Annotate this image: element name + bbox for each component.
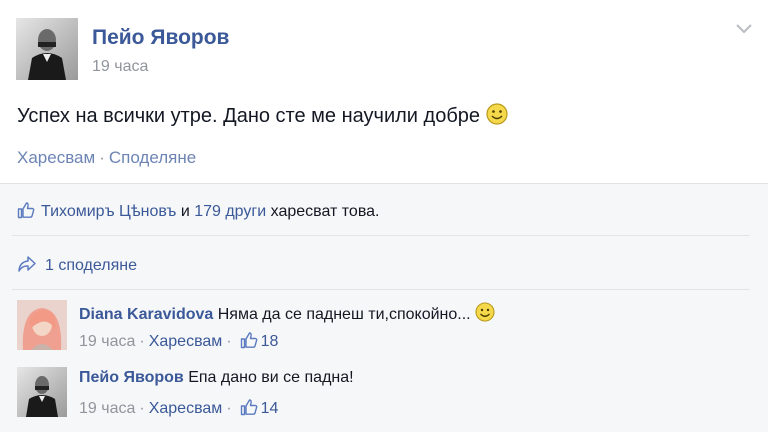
meta-separator: ·	[139, 333, 145, 350]
comment-item: Пейо Яворов Епа дано ви се падна! 19 час…	[17, 367, 757, 423]
comment-timestamp[interactable]: 19 часа	[79, 400, 135, 417]
comment-like-count[interactable]: 18	[261, 333, 279, 350]
commenter-avatar[interactable]	[17, 300, 67, 350]
post-header: Пейо Яворов 19 часа	[16, 18, 756, 84]
comment-text: Епа дано ви се падна!	[188, 369, 354, 386]
likes-suffix-text: харесват това.	[270, 203, 380, 220]
post-timestamp[interactable]: 19 часа	[92, 58, 148, 76]
post-actions: Харесвам · Споделяне	[17, 148, 196, 168]
like-button[interactable]: Харесвам	[17, 148, 95, 167]
comment-item: Diana Karavidova Няма да се паднеш ти,сп…	[17, 300, 757, 356]
shares-count-label: 1 споделяне	[45, 257, 137, 274]
thumbs-up-icon	[17, 201, 35, 224]
post-author-name[interactable]: Пейо Яворов	[92, 26, 229, 50]
liker-name-link[interactable]: Тихомиръ Цѣновъ	[41, 203, 176, 220]
smiley-icon	[475, 302, 495, 327]
comment-body: Пейо Яворов Епа дано ви се падна!	[79, 369, 354, 387]
share-arrow-icon	[17, 255, 37, 278]
comment-like-button[interactable]: Харесвам	[149, 333, 223, 350]
comment-timestamp[interactable]: 19 часа	[79, 333, 135, 350]
comment-meta: 19 часа · Харесвам · 18	[79, 331, 278, 354]
shares-summary[interactable]: 1 споделяне	[17, 255, 137, 278]
comment-text: Няма да се паднеш ти,спокойно...	[217, 306, 471, 323]
likes-and-text: и	[180, 203, 190, 220]
comment-body: Diana Karavidova Няма да се паднеш ти,сп…	[79, 302, 495, 327]
meta-separator: ·	[139, 400, 145, 417]
post-message: Успех на всички утре. Дано сте ме научил…	[17, 103, 508, 131]
thumbs-up-icon	[240, 331, 258, 354]
comment-author-link[interactable]: Пейо Яворов	[79, 369, 184, 386]
meta-separator: ·	[226, 400, 232, 417]
divider	[12, 235, 750, 236]
smiley-icon	[486, 103, 508, 131]
comment-meta: 19 часа · Харесвам · 14	[79, 398, 278, 421]
post-message-text: Успех на всички утре. Дано сте ме научил…	[17, 105, 481, 127]
thumbs-up-icon	[240, 398, 258, 421]
author-avatar[interactable]	[16, 18, 78, 80]
feedback-panel: Тихомиръ Цѣновъ и 179 други харесват тов…	[0, 183, 768, 432]
meta-separator: ·	[226, 333, 232, 350]
action-separator: ·	[99, 148, 105, 167]
likes-summary: Тихомиръ Цѣновъ и 179 други харесват тов…	[17, 201, 380, 224]
comment-like-count[interactable]: 14	[261, 400, 279, 417]
likes-others-link[interactable]: 179 други	[194, 203, 266, 220]
comment-like-button[interactable]: Харесвам	[149, 400, 223, 417]
chevron-down-icon[interactable]	[734, 22, 754, 36]
facebook-post: Пейо Яворов 19 часа Успех на всички утре…	[0, 0, 768, 432]
comment-author-link[interactable]: Diana Karavidova	[79, 306, 213, 323]
divider	[12, 289, 750, 290]
share-button[interactable]: Споделяне	[109, 148, 196, 167]
commenter-avatar[interactable]	[17, 367, 67, 417]
